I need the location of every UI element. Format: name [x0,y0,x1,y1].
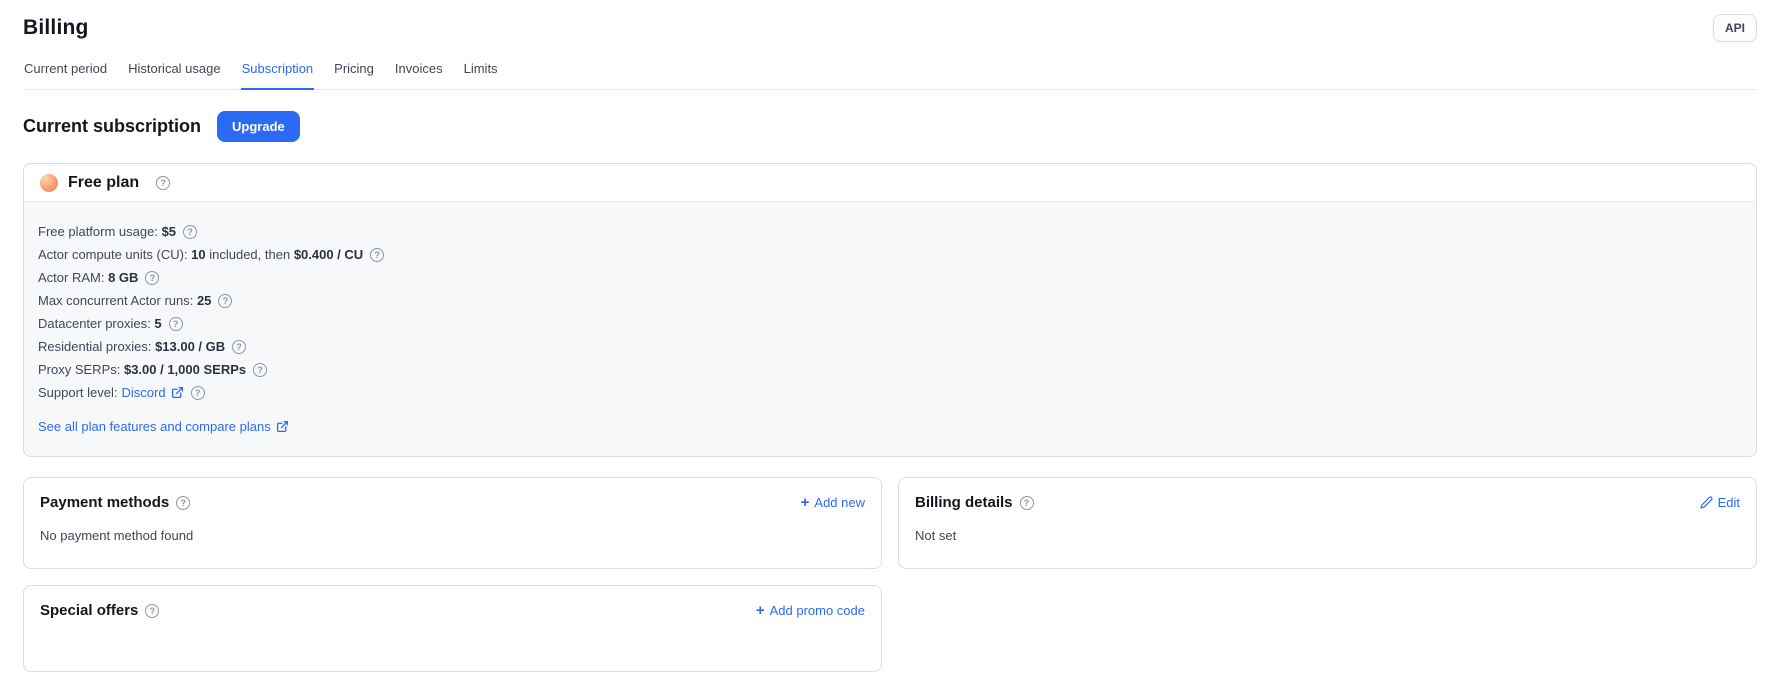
tab-invoices[interactable]: Invoices [394,55,444,90]
help-icon[interactable]: ? [169,317,183,331]
tab-current-period[interactable]: Current period [23,55,108,90]
compare-plans-link[interactable]: See all plan features and compare plans [38,419,289,434]
free-plan-card-header: Free plan ? [24,164,1756,201]
plan-feature-text: Actor RAM: 8 GB [38,270,138,285]
pencil-icon [1700,496,1713,509]
api-button[interactable]: API [1713,14,1757,42]
help-icon[interactable]: ? [218,294,232,308]
discord-link-label: Discord [122,385,166,400]
compare-plans-row: See all plan features and compare plans [38,418,1740,436]
plan-feature-row: Actor compute units (CU): 10 included, t… [38,243,1740,266]
payment-methods-header: Payment methods ? + Add new [40,494,865,511]
billing-details-header: Billing details ? Edit [915,494,1740,511]
payment-methods-title-wrap: Payment methods ? [40,494,190,511]
special-offers-title-wrap: Special offers ? [40,602,159,619]
plan-name: Free plan [68,174,139,192]
plan-feature-row-support: Support level: Discord ? [38,381,1740,404]
billing-details-title: Billing details [915,494,1013,511]
plan-feature-row: Residential proxies: $13.00 / GB ? [38,335,1740,358]
plan-feature-text: Proxy SERPs: $3.00 / 1,000 SERPs [38,362,246,377]
payment-methods-empty-text: No payment method found [40,528,865,543]
plan-feature-text: Free platform usage: $5 [38,224,176,239]
special-offers-card: Special offers ? + Add promo code [23,585,882,672]
billing-details-empty-text: Not set [915,528,1740,543]
plan-feature-row: Actor RAM: 8 GB ? [38,266,1740,289]
add-payment-method-label: Add new [814,495,865,510]
add-payment-method-link[interactable]: + Add new [801,495,865,510]
external-link-icon [171,386,184,399]
free-plan-card: Free plan ? Free platform usage: $5 ? Ac… [23,163,1757,457]
help-icon[interactable]: ? [253,363,267,377]
billing-tabs: Current period Historical usage Subscrip… [23,55,1757,90]
billing-page: Billing API Current period Historical us… [0,14,1780,672]
special-offers-header: Special offers ? + Add promo code [40,602,865,619]
add-promo-code-label: Add promo code [770,603,865,618]
plan-feature-row: Proxy SERPs: $3.00 / 1,000 SERPs ? [38,358,1740,381]
plan-feature-text: Datacenter proxies: 5 [38,316,162,331]
help-icon[interactable]: ? [183,225,197,239]
help-icon[interactable]: ? [232,340,246,354]
special-offers-title: Special offers [40,602,138,619]
tab-limits[interactable]: Limits [463,55,499,90]
edit-billing-details-link[interactable]: Edit [1700,495,1740,510]
discord-link[interactable]: Discord [122,385,184,400]
help-icon[interactable]: ? [370,248,384,262]
help-icon[interactable]: ? [1020,496,1034,510]
billing-details-title-wrap: Billing details ? [915,494,1034,511]
help-icon[interactable]: ? [176,496,190,510]
plan-feature-text: Residential proxies: $13.00 / GB [38,339,225,354]
edit-billing-details-label: Edit [1718,495,1740,510]
plan-tier-dot-icon [40,174,58,192]
tab-subscription[interactable]: Subscription [241,55,315,90]
page-header: Billing API [23,14,1757,42]
compare-plans-link-label: See all plan features and compare plans [38,419,271,434]
current-subscription-section-head: Current subscription Upgrade [23,111,1757,142]
plan-feature-text: Actor compute units (CU): 10 included, t… [38,247,363,262]
payment-methods-title: Payment methods [40,494,169,511]
help-icon[interactable]: ? [145,604,159,618]
external-link-icon [276,420,289,433]
add-promo-code-link[interactable]: + Add promo code [756,603,865,618]
page-title: Billing [23,16,89,40]
help-icon[interactable]: ? [156,176,170,190]
plus-icon: + [756,604,765,617]
tab-pricing[interactable]: Pricing [333,55,375,90]
empty-grid-cell [898,585,1757,672]
payment-methods-card: Payment methods ? + Add new No payment m… [23,477,882,569]
plan-feature-row: Max concurrent Actor runs: 25 ? [38,289,1740,312]
billing-cards-row: Payment methods ? + Add new No payment m… [23,477,1757,672]
billing-details-card: Billing details ? Edit Not set [898,477,1757,569]
plan-feature-row: Datacenter proxies: 5 ? [38,312,1740,335]
help-icon[interactable]: ? [145,271,159,285]
current-subscription-heading: Current subscription [23,116,201,137]
plan-feature-row: Free platform usage: $5 ? [38,220,1740,243]
free-plan-card-body: Free platform usage: $5 ? Actor compute … [24,201,1756,456]
plan-feature-text: Max concurrent Actor runs: 25 [38,293,211,308]
plan-support-prefix: Support level: [38,385,118,400]
help-icon[interactable]: ? [191,386,205,400]
upgrade-button[interactable]: Upgrade [217,111,300,142]
plus-icon: + [801,496,810,509]
tab-historical-usage[interactable]: Historical usage [127,55,222,90]
